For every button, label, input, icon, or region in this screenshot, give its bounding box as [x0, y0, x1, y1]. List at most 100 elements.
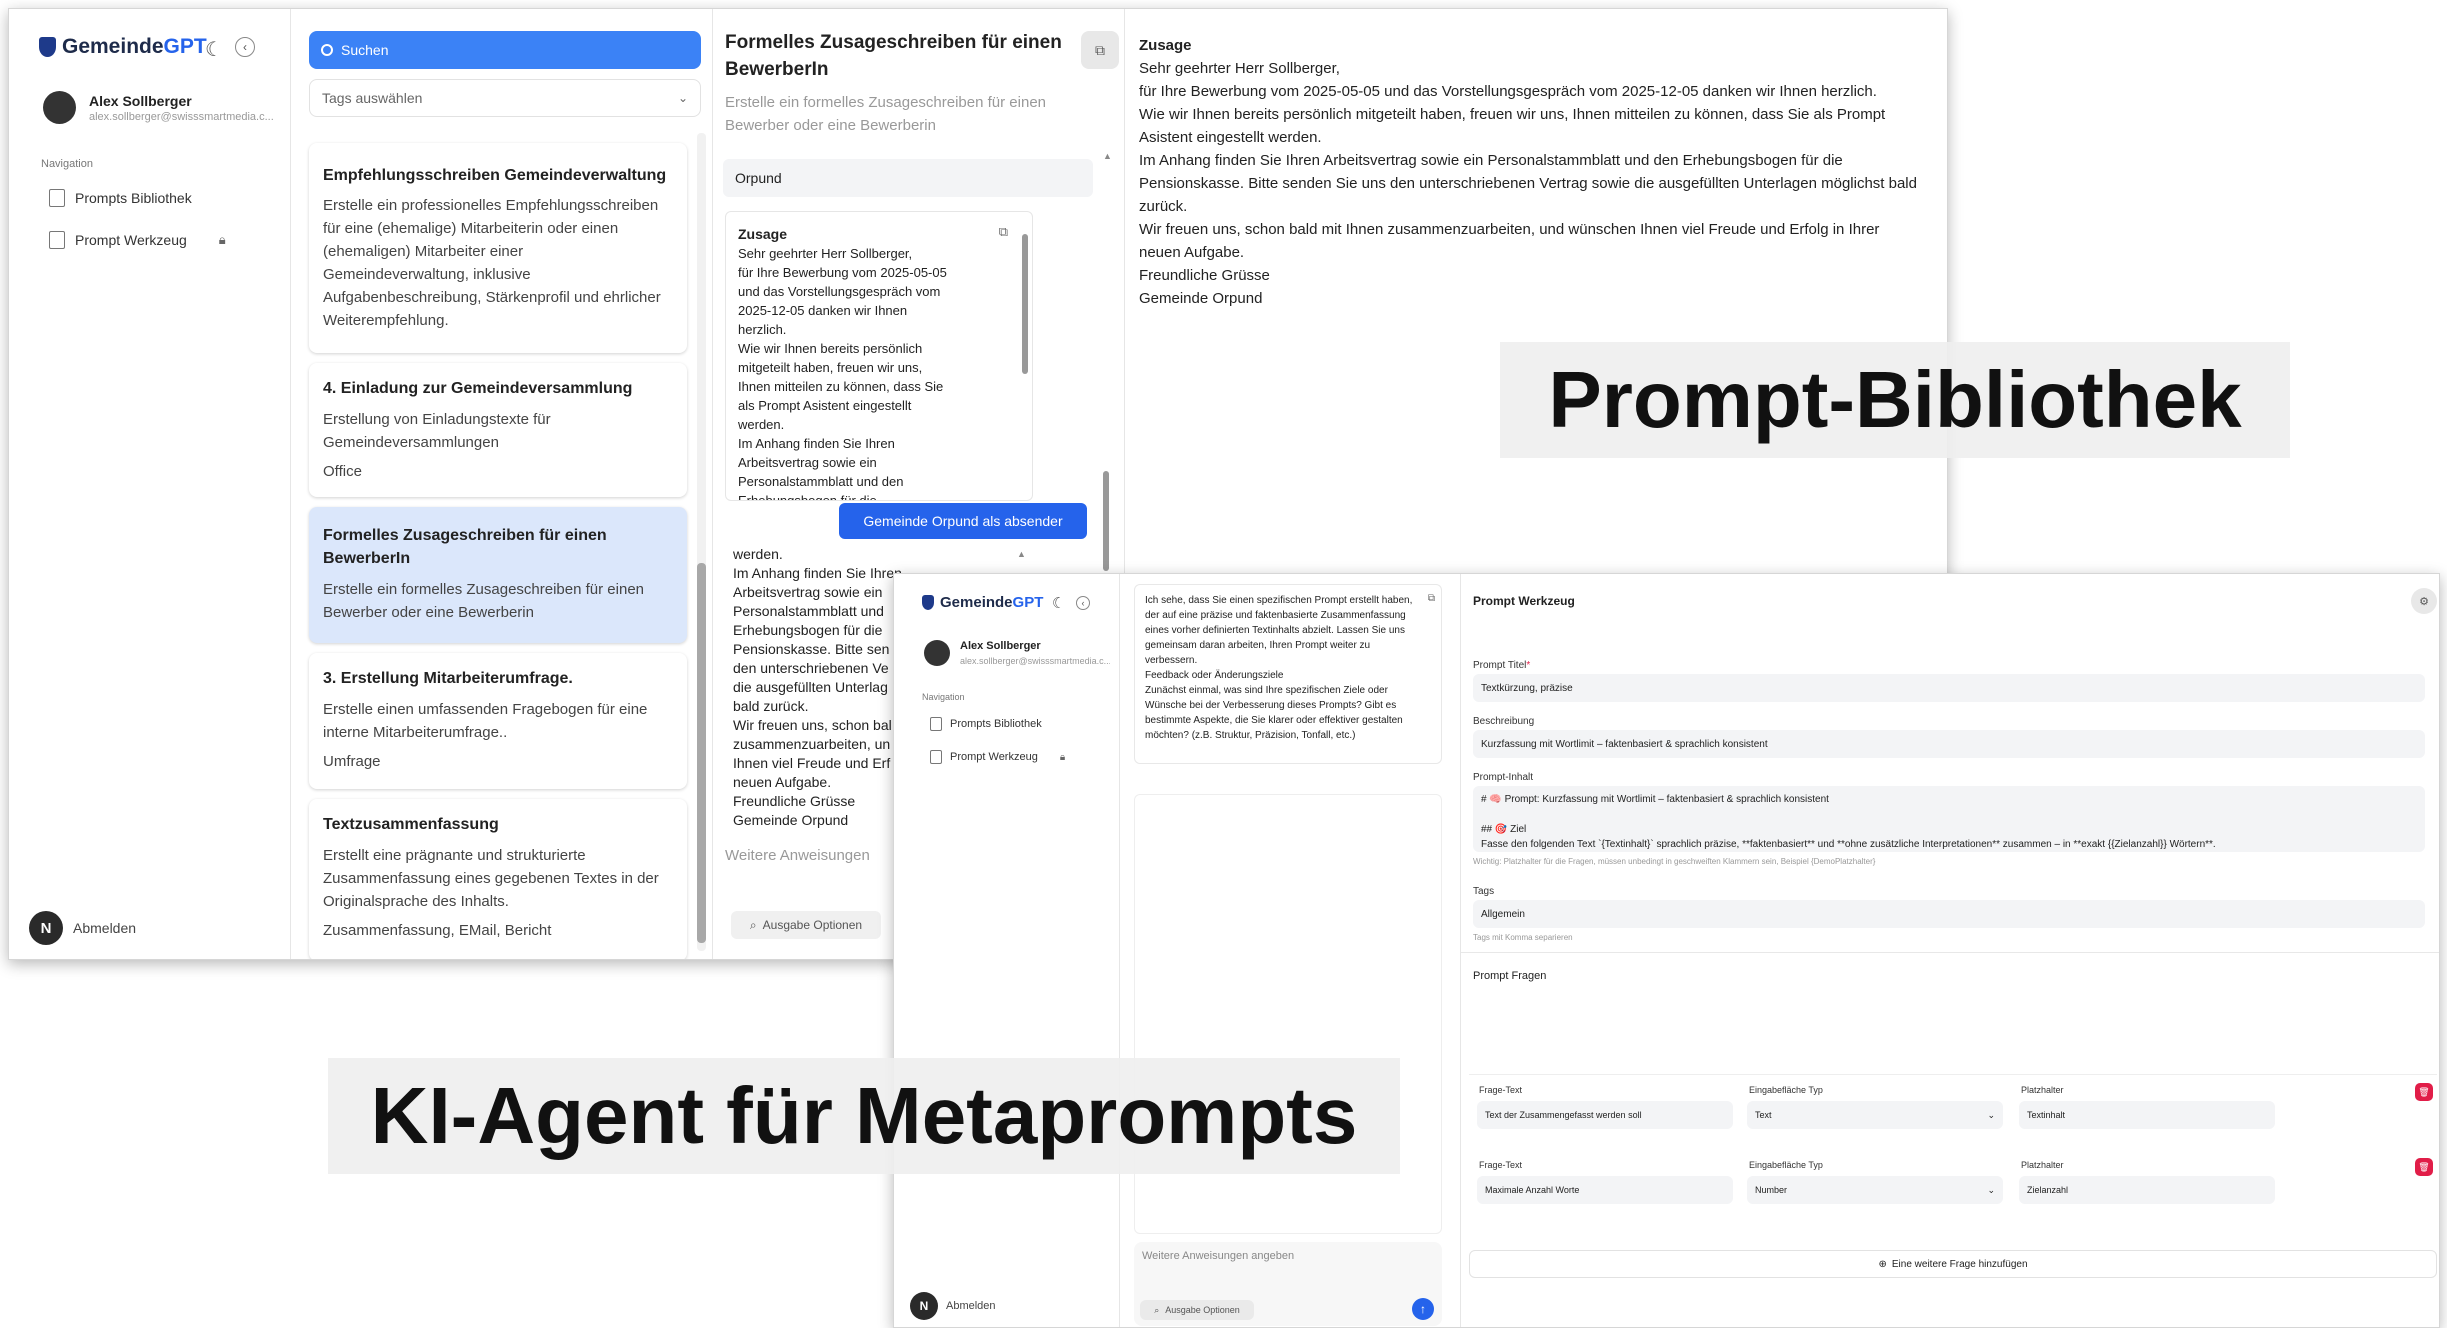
description-label: Beschreibung [1473, 716, 1535, 727]
sidebar-item-label: Prompt Werkzeug [950, 751, 1038, 763]
description-input[interactable]: Kurzfassung mit Wortlimit – faktenbasier… [1473, 730, 2425, 758]
content-textarea[interactable]: # 🧠 Prompt: Kurzfassung mit Wortlimit – … [1473, 786, 2425, 852]
logout-button[interactable]: N Abmelden [910, 1292, 996, 1320]
copy-icon[interactable]: ⧉ [999, 224, 1008, 240]
content-hint: Wichtig: Platzhalter für die Fragen, müs… [1473, 857, 1876, 866]
editor-header: Prompt Werkzeug [1473, 594, 1575, 608]
chat-input[interactable]: Weitere Anweisungen angeben [1142, 1250, 1294, 1262]
prompt-card-selected[interactable]: Formelles Zusageschreiben für einen Bewe… [309, 507, 687, 643]
chat-input-box: Weitere Anweisungen angeben ⌕ Ausgabe Op… [1134, 1242, 1442, 1326]
detail-scrollbar[interactable] [1103, 471, 1109, 571]
card-description: Erstelle ein professionelles Empfehlungs… [323, 197, 661, 329]
app-logo[interactable]: GemeindeGPT [39, 35, 207, 59]
card-tags: Zusammenfassung, EMail, Bericht [323, 922, 552, 939]
moon-icon[interactable]: ☾ [1052, 594, 1065, 612]
scroll-up-icon[interactable]: ▲ [1103, 151, 1112, 161]
input-type-select[interactable]: Text ⌄ [1747, 1101, 2003, 1129]
prompt-card[interactable]: 3. Erstellung Mitarbeiterumfrage. Erstel… [309, 653, 687, 789]
tags-select[interactable]: Tags auswählen ⌄ [309, 79, 701, 117]
delete-icon[interactable]: 🗑︎ [2415, 1083, 2433, 1101]
tags-input[interactable]: Allgemein [1473, 900, 2425, 928]
input-type-select[interactable]: Number ⌄ [1747, 1176, 2003, 1204]
list-scrollbar[interactable] [697, 133, 706, 951]
logout-label: Abmelden [946, 1300, 996, 1312]
output-title: Zusage [1139, 37, 1192, 54]
title-input[interactable]: Textkürzung, präzise [1473, 674, 2425, 702]
sidebar-item-editor[interactable]: Prompt Werkzeug 🔒︎ [49, 231, 226, 249]
logo-suffix: GPT [1012, 594, 1044, 611]
search-input[interactable]: Suchen [309, 31, 701, 69]
user-name: Alex Sollberger [960, 640, 1041, 652]
collapse-icon[interactable]: ‹ [235, 37, 255, 57]
overlay-label-library: Prompt-Bibliothek [1500, 342, 2290, 458]
required-mark: * [1526, 660, 1531, 671]
question-text-input[interactable]: Maximale Anzahl Worte [1477, 1176, 1733, 1204]
lock-icon: 🔒︎ [218, 232, 226, 247]
output-options-button[interactable]: ⌕ Ausgabe Optionen [1140, 1300, 1254, 1320]
list-scrollbar-thumb[interactable] [697, 563, 706, 943]
edit-icon [930, 750, 942, 764]
copy-icon[interactable]: ⧉ [1428, 593, 1435, 604]
app-logo[interactable]: GemeindeGPT [922, 594, 1043, 611]
overlay-label-agent: KI-Agent für Metaprompts [328, 1058, 1400, 1174]
delete-icon[interactable]: 🗑︎ [2415, 1158, 2433, 1176]
sidebar-item-editor[interactable]: Prompt Werkzeug 🔒︎ [930, 750, 1065, 764]
logout-label: Abmelden [73, 920, 137, 936]
send-button[interactable]: ↑ [1412, 1298, 1434, 1320]
prompt-card[interactable]: Textzusammenfassung Erstellt eine prägna… [309, 799, 687, 959]
tags-placeholder: Tags auswählen [322, 90, 423, 106]
add-question-button[interactable]: ⊕ Eine weitere Frage hinzufügen [1469, 1250, 2437, 1278]
chevron-down-icon: ⌄ [1987, 1184, 1995, 1195]
output-options-label: Ausgabe Optionen [762, 918, 863, 932]
user-email: alex.sollberger@swisssmartmedia.c... [89, 111, 274, 123]
card-description: Erstellung von Einladungstexte für Gemei… [323, 411, 551, 451]
question-row: Frage-Text Text der Zusammengefasst werd… [1469, 1074, 2437, 1148]
nav-section-label: Navigation [922, 692, 965, 702]
add-question-label: Eine weitere Frage hinzufügen [1891, 1258, 2028, 1270]
sidebar-item-library[interactable]: Prompts Bibliothek [49, 189, 192, 207]
preview-scrollbar[interactable] [1022, 234, 1028, 374]
assistant-message: Ich sehe, dass Sie einen spezifischen Pr… [1134, 584, 1442, 764]
input-type-value: Number [1755, 1185, 1788, 1195]
divider [1461, 952, 2439, 953]
logo-prefix: Gemeinde [940, 594, 1013, 611]
card-title: Textzusammenfassung [323, 816, 499, 833]
plus-icon: ⊕ [1878, 1258, 1887, 1270]
preview-body: Sehr geehrter Herr Sollberger, für Ihre … [738, 246, 947, 501]
editor-window: GemeindeGPT ☾ ‹ Alex Sollberger alex.sol… [893, 573, 2440, 1328]
question-field[interactable]: Orpund [723, 159, 1093, 197]
prompt-card[interactable]: 4. Einladung zur Gemeindeversammlung Ers… [309, 363, 687, 497]
tags-hint: Tags mit Komma separieren [1473, 933, 1573, 942]
user-name: Alex Sollberger [89, 93, 192, 109]
placeholder-input[interactable]: Zielanzahl [2019, 1176, 2275, 1204]
sender-button[interactable]: Gemeinde Orpund als absender [839, 503, 1087, 539]
sidebar-item-library[interactable]: Prompts Bibliothek [930, 717, 1042, 731]
prompt-card[interactable]: Empfehlungsschreiben Gemeindeverwaltung … [309, 143, 687, 353]
scroll-up-icon[interactable]: ▲ [1017, 549, 1026, 559]
logout-button[interactable]: N Abmelden [29, 911, 136, 945]
prompt-list-panel: Suchen Tags auswählen ⌄ Empfehlungsschre… [293, 9, 713, 959]
book-icon [930, 717, 942, 731]
avatar[interactable] [43, 91, 76, 124]
question-text-input[interactable]: Text der Zusammengefasst werden soll [1477, 1101, 1733, 1129]
card-description: Erstelle einen umfassenden Fragebogen fü… [323, 701, 648, 741]
avatar[interactable] [924, 640, 950, 666]
input-type-label: Eingabefläche Typ [1749, 1160, 1823, 1170]
title-label-text: Prompt Titel [1473, 660, 1527, 671]
placeholder-input[interactable]: Textinhalt [2019, 1101, 2275, 1129]
input-type-value: Text [1755, 1110, 1772, 1120]
moon-icon[interactable]: ☾ [205, 37, 223, 62]
content-label: Prompt-Inhalt [1473, 772, 1534, 783]
question-text-label: Frage-Text [1479, 1160, 1523, 1170]
card-title: 3. Erstellung Mitarbeiterumfrage. [323, 670, 573, 687]
editor-panel: Prompt Werkzeug ⚙ Prompt Titel* Textkürz… [1460, 574, 2439, 1327]
card-description: Erstellt eine prägnante und strukturiert… [323, 847, 659, 910]
output-options-button[interactable]: ⌕ Ausgabe Optionen [731, 911, 881, 939]
user-initial-avatar: N [29, 911, 63, 945]
settings-icon[interactable]: ⚙ [2411, 588, 2437, 614]
collapse-icon[interactable]: ‹ [1076, 596, 1090, 610]
shield-icon [922, 595, 934, 610]
input-type-label: Eingabefläche Typ [1749, 1085, 1823, 1095]
copy-icon[interactable]: ⧉ [1081, 31, 1119, 69]
shield-icon [39, 37, 56, 57]
